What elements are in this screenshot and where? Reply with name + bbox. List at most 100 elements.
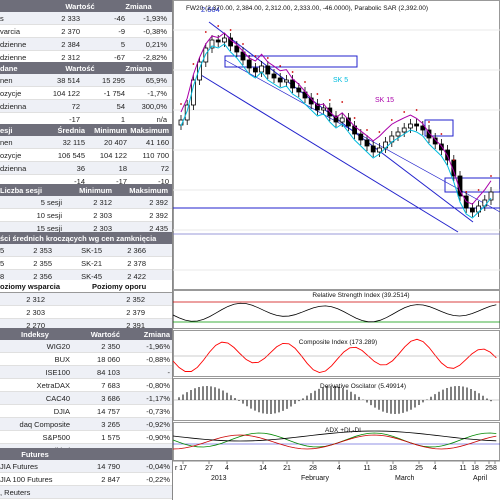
col-max: Maksimum	[130, 125, 169, 135]
composite-panel-frame	[173, 330, 500, 377]
max-cell: 72	[160, 163, 169, 173]
x-tick-label: 11	[459, 465, 466, 472]
change-cell: -46	[114, 13, 125, 23]
row-label: dzienna	[0, 101, 27, 111]
index-change: -0,73%	[146, 406, 170, 416]
deriv-label: Derivative Oscilator (5.49914)	[320, 383, 406, 390]
resistance-value: 2 379	[126, 307, 145, 317]
ma-long-value: 2 366	[127, 245, 146, 255]
col-resistance: Poziomy oporu	[92, 281, 147, 291]
ma-long-label: SK-15	[81, 245, 102, 255]
table-row: CAC40 3 686 -1,17%	[0, 392, 172, 405]
sar-dot	[254, 55, 257, 57]
col-support: oziomy wsparcia	[0, 281, 61, 291]
x-tick-label: 4	[433, 465, 437, 472]
table-row: 2 312 2 352	[0, 293, 172, 306]
candle-body	[395, 131, 401, 137]
row-label: dzienne	[0, 39, 27, 49]
table-row: ozycje 104 122 -1 754 -1,7%	[0, 87, 172, 100]
index-value: 84 103	[97, 367, 120, 377]
x-tick-label: 14	[259, 465, 267, 472]
col-avg: Średnia	[57, 125, 85, 135]
avg-header: esji Średnia Minimum Maksimum	[0, 124, 172, 136]
candle-body	[277, 77, 283, 83]
volume-header: dane Wartość Zmiana	[0, 62, 172, 74]
col-label: Liczba sesji	[0, 185, 43, 195]
table-row: DJIA 14 757 -0,73%	[0, 405, 172, 418]
futures-name: JIA Futures	[0, 461, 38, 471]
table-row: 5 2 355 SK-21 2 378	[0, 257, 172, 270]
chart-area: 2 664 SK 5 SK 15 FW20 (2,370.00, 2,384.00, …	[173, 0, 500, 500]
candle-body	[271, 73, 277, 79]
sar-dot	[415, 109, 418, 111]
col-futures: Futures	[21, 449, 49, 459]
col-value: Wartość	[65, 63, 95, 73]
value-cell: 2 384	[61, 39, 80, 49]
index-name: S&P500	[42, 432, 70, 442]
pct-cell: -1,93%	[143, 13, 167, 23]
quotes-table: Wartość Zmiana s 2 333 -46 -1,93% varcia 2 37…	[0, 0, 172, 64]
sar-dot	[291, 71, 294, 73]
col-change: Zmiana	[125, 63, 152, 73]
candle-body	[469, 207, 475, 213]
candle-body	[284, 79, 289, 83]
col-value: Wartość	[90, 329, 120, 339]
col-label: esji	[0, 125, 13, 135]
x-tick-label: 17	[179, 465, 187, 472]
volume-table: dane Wartość Zmiana nen 38 514 15 295 65,9%…	[0, 62, 172, 126]
index-name: daq Composite	[19, 419, 70, 429]
candle-body	[265, 65, 271, 75]
col-index: Indeksy	[21, 329, 49, 339]
table-row: JIA Futures 14 790 -0,04%	[0, 460, 172, 473]
change-cell: 5	[120, 39, 125, 49]
index-name: XetraDAX	[36, 380, 70, 390]
candle-body	[370, 145, 376, 153]
x-tick-label: 4	[337, 465, 341, 472]
ma-long-label: SK-21	[81, 258, 102, 268]
sar-dot	[192, 63, 195, 65]
sar-dot	[403, 111, 406, 113]
table-row: nen 32 115 20 407 41 160	[0, 136, 172, 149]
candle-body	[215, 39, 221, 43]
table-row: 10 sesji 2 303 2 392	[0, 209, 172, 222]
futures-change: -0,22%	[146, 474, 170, 484]
index-change: -0,80%	[146, 380, 170, 390]
candle-body	[414, 123, 420, 127]
min-cell: 18	[118, 163, 127, 173]
change-cell: -67	[114, 52, 125, 62]
col-change: Zmiana	[125, 1, 152, 11]
sar-dot	[341, 101, 344, 103]
sar-dot	[180, 103, 182, 105]
x-tick-label: 27	[205, 465, 213, 472]
change-cell: 15 295	[102, 75, 125, 85]
indices-table: Indeksy Wartość Zmiana WIG20 2 350 -1,96% B…	[0, 328, 172, 457]
max-cell: 110 700	[142, 150, 169, 160]
index-value: 7 683	[101, 380, 120, 390]
x-tick-label: 28	[309, 465, 317, 472]
index-change: -1,96%	[146, 341, 170, 351]
sar-dot	[304, 81, 306, 83]
session-avg-table: esji Średnia Minimum Maksimum nen 32 115 2…	[0, 124, 172, 188]
row-label: nen	[0, 75, 13, 85]
table-row: S&P500 1 575 -0,90%	[0, 431, 172, 444]
value-cell: 38 514	[57, 75, 80, 85]
table-row: JIA 100 Futures 2 847 -0,22%	[0, 473, 172, 486]
col-min: Minimum	[94, 125, 127, 135]
futures-name: , Reuters	[0, 487, 31, 497]
change-cell: 54	[116, 101, 125, 111]
x-tick-label: 4	[225, 465, 229, 472]
avg-cell: 32 115	[62, 137, 85, 147]
ma-long-value: 2 378	[127, 258, 146, 268]
index-value: 18 060	[97, 354, 120, 364]
ma-header: ści średnich kroczących wg cen zamknięci…	[0, 232, 172, 244]
sar-dot	[428, 121, 430, 123]
x-tick-label: 18	[389, 465, 397, 472]
sar-dot	[328, 99, 331, 101]
table-row: 5 sesji 2 312 2 392	[0, 196, 172, 209]
candle-body	[339, 117, 345, 123]
x-tick-label: 18	[471, 465, 479, 472]
table-row: WIG20 2 350 -1,96%	[0, 340, 172, 353]
table-row: dzienna 36 18 72	[0, 162, 172, 175]
ma-short-label: 5	[0, 245, 5, 255]
min-cell: 2 303	[93, 210, 112, 220]
